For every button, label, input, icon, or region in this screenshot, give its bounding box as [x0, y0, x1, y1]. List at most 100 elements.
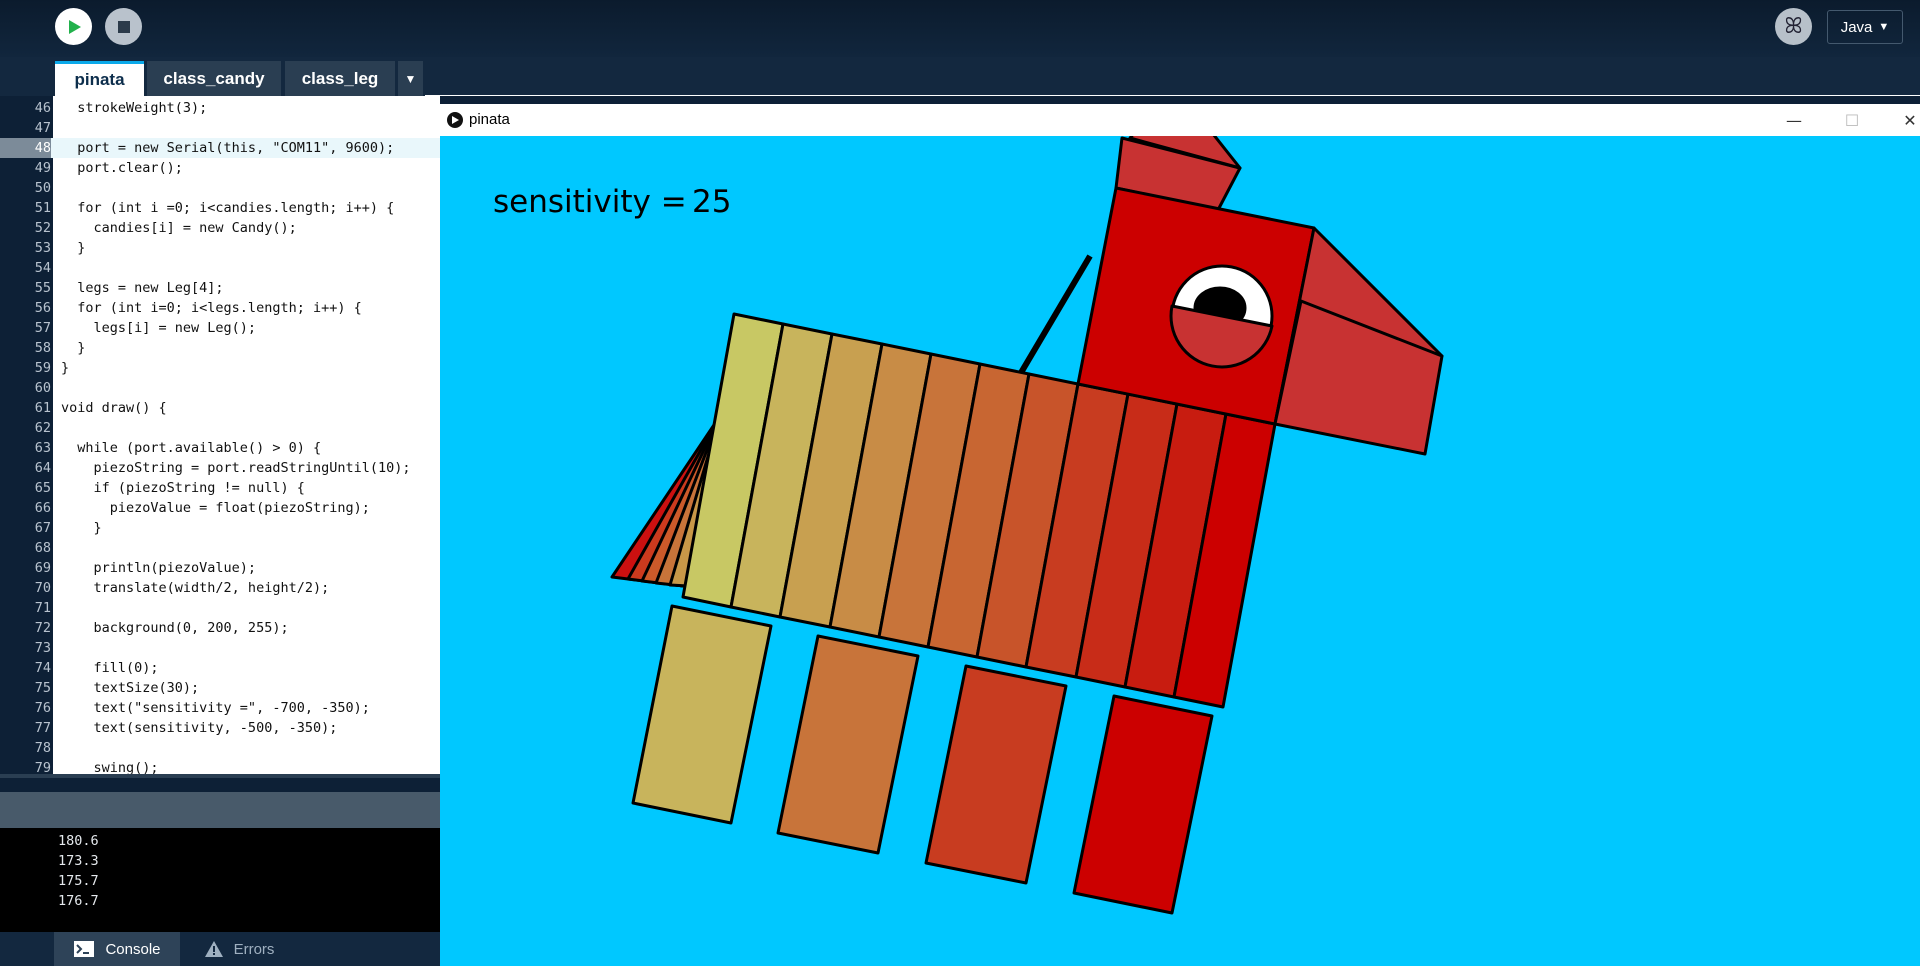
line-number: 58	[34, 340, 51, 356]
code-editor[interactable]: 46 strokeWeight(3); 47 48 port = new Seria…	[0, 96, 440, 774]
line-number: 50	[34, 180, 51, 196]
code-line[interactable]: 59}	[0, 358, 440, 378]
tab-pinata[interactable]: pinata	[55, 61, 144, 96]
code-line[interactable]: 56 for (int i=0; i<legs.length; i++) {	[0, 298, 440, 318]
line-number: 63	[34, 440, 51, 456]
line-number: 77	[34, 720, 51, 736]
tab-label: pinata	[74, 70, 125, 89]
code-text: }	[61, 240, 86, 256]
tab-class-leg[interactable]: class_leg	[285, 61, 395, 96]
console-line: 173.3	[58, 853, 99, 869]
stop-icon	[117, 20, 130, 33]
chevron-down-icon: ▼	[1878, 21, 1890, 33]
panel-divider[interactable]	[0, 774, 440, 778]
code-line[interactable]: 77 text(sensitivity, -500, -350);	[0, 718, 440, 738]
console-output[interactable]: 180.6 173.3 175.7 176.7	[0, 828, 440, 932]
line-number: 51	[34, 200, 51, 216]
code-line[interactable]: 48 port = new Serial(this, "COM11", 9600…	[0, 138, 440, 158]
line-number: 68	[34, 540, 51, 556]
code-line[interactable]: 74 fill(0);	[0, 658, 440, 678]
code-line[interactable]: 66 piezoValue = float(piezoString);	[0, 498, 440, 518]
line-number: 56	[34, 300, 51, 316]
console-line: 175.7	[58, 873, 99, 889]
line-number: 53	[34, 240, 51, 256]
code-text: for (int i =0; i<candies.length; i++) {	[61, 200, 395, 216]
sensitivity-value: 25	[692, 184, 732, 220]
code-line[interactable]: 68	[0, 538, 440, 558]
code-line[interactable]: 57 legs[i] = new Leg();	[0, 318, 440, 338]
code-line[interactable]: 61 void draw() {	[0, 398, 440, 418]
code-line[interactable]: 58 }	[0, 338, 440, 358]
line-number: 59	[34, 360, 51, 376]
code-text: port.clear();	[61, 160, 183, 176]
line-number: 49	[34, 160, 51, 176]
code-line[interactable]: 79 swing();	[0, 758, 440, 774]
code-line[interactable]: 65 if (piezoString != null) {	[0, 478, 440, 498]
errors-tab[interactable]: Errors	[183, 932, 295, 966]
code-text: text("sensitivity =", -700, -350);	[61, 700, 370, 716]
line-number: 54	[34, 260, 51, 276]
code-line[interactable]: 46 strokeWeight(3);	[0, 98, 440, 118]
stop-button[interactable]	[105, 8, 142, 45]
code-line[interactable]: 50	[0, 178, 440, 198]
code-text: legs[i] = new Leg();	[61, 320, 257, 336]
terminal-icon	[74, 941, 95, 957]
code-line[interactable]: 47	[0, 118, 440, 138]
line-number: 55	[34, 280, 51, 296]
console-tab[interactable]: Console	[54, 932, 180, 966]
tab-menu-button[interactable]: ▼	[398, 61, 423, 96]
code-text: piezoString = port.readStringUntil(10);	[61, 460, 411, 476]
line-number: 65	[34, 480, 51, 496]
tab-bar: pinata class_candy class_leg ▼	[0, 57, 1920, 96]
code-text: fill(0);	[61, 660, 159, 676]
leg	[924, 664, 1068, 885]
chevron-down-icon: ▼	[404, 71, 417, 86]
tab-label: class_candy	[163, 68, 265, 88]
code-line[interactable]: 49 port.clear();	[0, 158, 440, 178]
leg	[776, 634, 920, 855]
code-line[interactable]: 51 for (int i =0; i<candies.length; i++)…	[0, 198, 440, 218]
code-line[interactable]: 55 legs = new Leg[4];	[0, 278, 440, 298]
line-number: 70	[34, 580, 51, 596]
code-line[interactable]: 54	[0, 258, 440, 278]
code-line[interactable]: 71	[0, 598, 440, 618]
sketch-window[interactable]: pinata — ☐ ✕ sensitivity = 25	[440, 104, 1920, 966]
console-tab-label: Console	[105, 940, 161, 958]
code-text: void draw() {	[61, 400, 167, 416]
code-text: }	[61, 520, 102, 536]
code-line[interactable]: 67 }	[0, 518, 440, 538]
maximize-button[interactable]: ☐	[1832, 107, 1872, 133]
play-icon	[68, 19, 81, 34]
close-icon: ✕	[1903, 110, 1917, 130]
run-button[interactable]	[55, 8, 92, 45]
snout	[1273, 299, 1444, 456]
code-line[interactable]: 73	[0, 638, 440, 658]
tab-class-candy[interactable]: class_candy	[147, 61, 281, 96]
code-line[interactable]: 62	[0, 418, 440, 438]
code-line[interactable]: 53 }	[0, 238, 440, 258]
line-number: 46	[34, 100, 51, 116]
mode-select[interactable]: Java ▼	[1827, 10, 1903, 44]
code-text: candies[i] = new Candy();	[61, 220, 297, 236]
code-line[interactable]: 78	[0, 738, 440, 758]
leg	[1072, 694, 1214, 915]
minimize-button[interactable]: —	[1774, 107, 1814, 133]
code-text: text(sensitivity, -500, -350);	[61, 720, 338, 736]
code-line[interactable]: 64 piezoString = port.readStringUntil(10…	[0, 458, 440, 478]
code-line[interactable]: 76 text("sensitivity =", -700, -350);	[0, 698, 440, 718]
code-line[interactable]: 75 textSize(30);	[0, 678, 440, 698]
code-line[interactable]: 69 println(piezoValue);	[0, 558, 440, 578]
code-line[interactable]: 70 translate(width/2, height/2);	[0, 578, 440, 598]
processing-icon	[447, 112, 463, 128]
maximize-icon: ☐	[1844, 110, 1860, 130]
code-line[interactable]: 72 background(0, 200, 255);	[0, 618, 440, 638]
code-line[interactable]: 63 while (port.available() > 0) {	[0, 438, 440, 458]
code-line[interactable]: 60	[0, 378, 440, 398]
close-button[interactable]: ✕	[1890, 107, 1920, 133]
console-line: 180.6	[58, 833, 99, 849]
tab-label: class_leg	[301, 68, 379, 88]
sketch-canvas[interactable]: sensitivity = 25	[440, 136, 1920, 966]
sketch-titlebar[interactable]: pinata — ☐ ✕	[440, 104, 1920, 137]
debug-button[interactable]: ꕤ	[1775, 8, 1812, 45]
code-line[interactable]: 52 candies[i] = new Candy();	[0, 218, 440, 238]
